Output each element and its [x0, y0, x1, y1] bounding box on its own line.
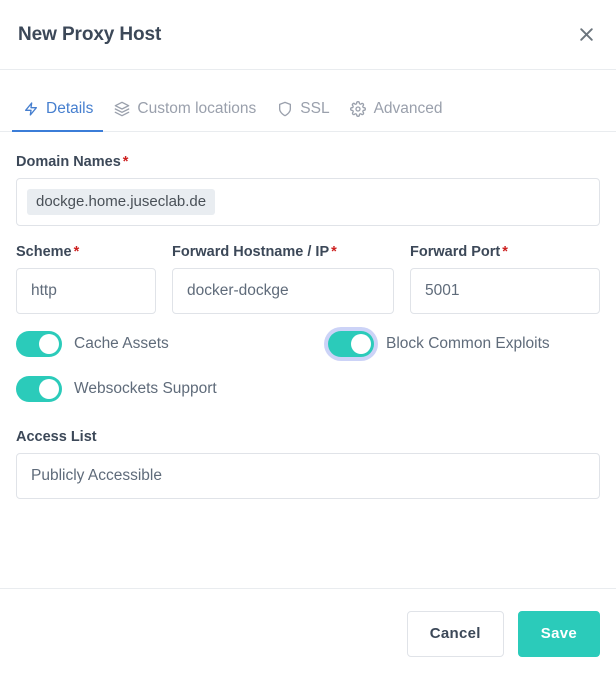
lightning-bolt-icon	[22, 101, 39, 118]
block-common-exploits-cell: Block Common Exploits	[328, 331, 550, 357]
domain-names-input[interactable]: dockge.home.juseclab.de	[16, 178, 600, 226]
tab-advanced[interactable]: Advanced	[340, 100, 453, 131]
scheme-group: Scheme * http	[16, 244, 172, 314]
domain-names-label-text: Domain Names	[16, 154, 121, 170]
dialog-footer: Cancel Save	[0, 588, 616, 678]
gear-icon	[350, 101, 367, 118]
cancel-button[interactable]: Cancel	[406, 610, 504, 657]
block-common-exploits-toggle[interactable]	[328, 331, 374, 357]
block-common-exploits-label: Block Common Exploits	[386, 335, 550, 352]
required-marker: *	[73, 244, 80, 260]
forward-port-group: Forward Port * 5001	[410, 244, 600, 314]
tab-details[interactable]: Details	[12, 100, 104, 132]
domain-names-label: Domain Names *	[16, 154, 600, 170]
domain-names-group: Domain Names * dockge.home.juseclab.de	[16, 154, 600, 226]
forward-port-input[interactable]: 5001	[410, 268, 600, 314]
required-marker: *	[122, 154, 129, 170]
access-list-label: Access List	[16, 429, 97, 445]
save-button[interactable]: Save	[517, 610, 600, 657]
tab-custom-locations-label: Custom locations	[137, 100, 257, 117]
dialog-tabs: Details Custom locations SSL Advanced	[0, 70, 616, 132]
websockets-support-toggle[interactable]	[16, 376, 62, 402]
dialog-body: Domain Names * dockge.home.juseclab.de Sc…	[0, 132, 616, 588]
forward-hostname-input[interactable]: docker-dockge	[172, 268, 394, 314]
scheme-label: Scheme *	[16, 244, 156, 260]
websockets-support-cell: Websockets Support	[16, 376, 328, 402]
tab-ssl-label: SSL	[300, 100, 330, 117]
required-marker: *	[331, 244, 337, 260]
websockets-support-label: Websockets Support	[74, 380, 217, 397]
required-marker: *	[502, 244, 508, 260]
dialog-header: New Proxy Host	[0, 0, 616, 70]
toggle-row-1: Cache Assets Block Common Exploits	[16, 330, 600, 358]
access-list-select[interactable]: Publicly Accessible	[16, 453, 600, 499]
cache-assets-cell: Cache Assets	[16, 331, 328, 357]
cache-assets-toggle[interactable]	[16, 331, 62, 357]
forward-hostname-group: Forward Hostname / IP * docker-dockge	[172, 244, 410, 314]
shield-icon	[276, 101, 293, 118]
page-title: New Proxy Host	[18, 23, 162, 45]
tab-custom-locations[interactable]: Custom locations	[103, 100, 266, 131]
forward-hostname-value: docker-dockge	[187, 282, 289, 299]
forward-hostname-label: Forward Hostname / IP *	[172, 244, 394, 260]
tab-details-label: Details	[46, 100, 94, 117]
scheme-select[interactable]: http	[16, 268, 156, 314]
tab-advanced-label: Advanced	[373, 100, 443, 117]
new-proxy-host-dialog: New Proxy Host Details Custom locations …	[0, 0, 616, 678]
scheme-value: http	[31, 282, 57, 299]
close-icon[interactable]	[572, 21, 600, 49]
access-list-group: Access List Publicly Accessible	[16, 429, 600, 499]
domain-name-tag[interactable]: dockge.home.juseclab.de	[27, 188, 216, 216]
tab-ssl[interactable]: SSL	[266, 100, 339, 131]
toggle-row-2: Websockets Support	[16, 375, 600, 403]
forward-port-label-text: Forward Port	[410, 244, 501, 260]
access-list-value: Publicly Accessible	[31, 467, 162, 484]
forward-hostname-label-text: Forward Hostname / IP	[172, 244, 330, 260]
layers-icon	[113, 101, 130, 118]
forward-port-value: 5001	[425, 282, 460, 299]
forward-settings-row: Scheme * http Forward Hostname / IP * dock…	[16, 244, 600, 314]
cache-assets-label: Cache Assets	[74, 335, 169, 352]
scheme-label-text: Scheme	[16, 244, 72, 260]
forward-port-label: Forward Port *	[410, 244, 600, 260]
